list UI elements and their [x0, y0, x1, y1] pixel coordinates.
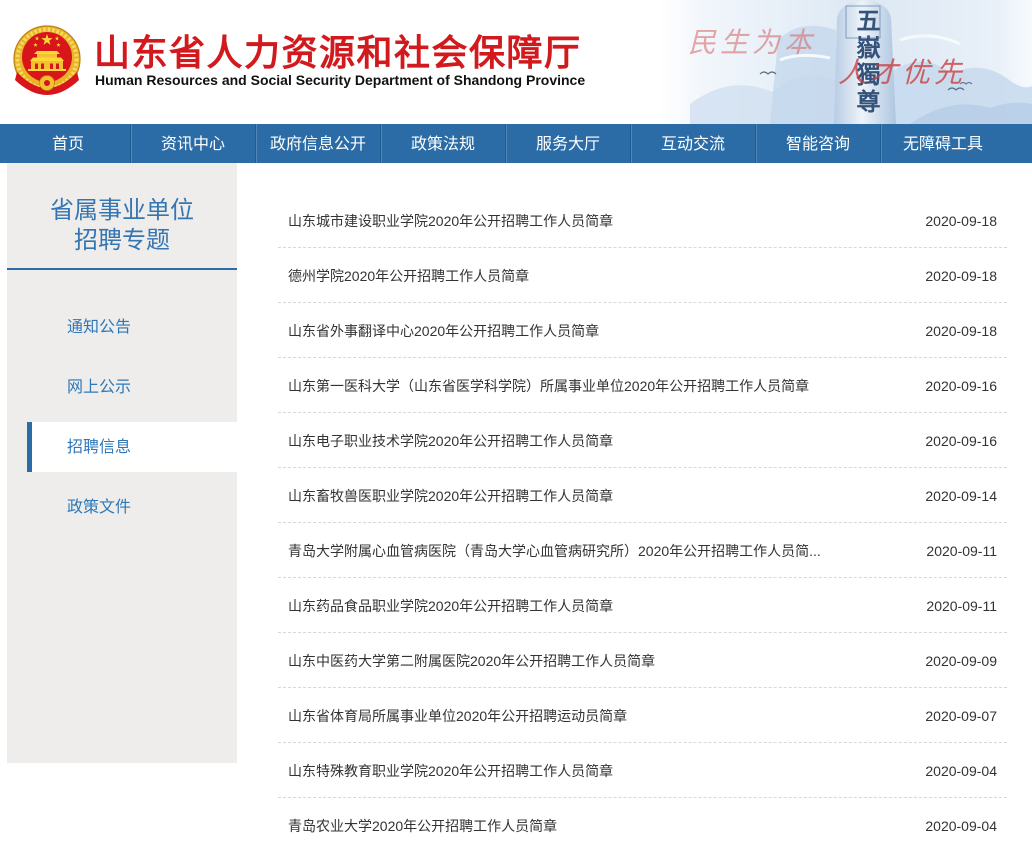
news-title-link[interactable]: 青岛农业大学2020年公开招聘工作人员简章 — [288, 817, 557, 835]
news-date: 2020-09-07 — [925, 708, 997, 724]
news-list-item[interactable]: 德州学院2020年公开招聘工作人员简章 2020-09-18 — [278, 248, 1007, 303]
sidebar-item-policy-documents[interactable]: 政策文件 — [27, 482, 237, 532]
news-list-item[interactable]: 山东城市建设职业学院2020年公开招聘工作人员简章 2020-09-18 — [278, 193, 1007, 248]
news-date: 2020-09-11 — [926, 543, 997, 559]
news-title-link[interactable]: 山东省体育局所属事业单位2020年公开招聘运动员简章 — [288, 707, 627, 725]
news-list-item[interactable]: 青岛大学附属心血管病医院（青岛大学心血管病研究所）2020年公开招聘工作人员简.… — [278, 523, 1007, 578]
nav-item-home[interactable]: 首页 — [6, 124, 131, 163]
news-list-item[interactable]: 山东省外事翻译中心2020年公开招聘工作人员简章 2020-09-18 — [278, 303, 1007, 358]
site-header: 山东省人力资源和社会保障厅 Human Resources and Social… — [0, 0, 1032, 124]
news-date: 2020-09-11 — [926, 598, 997, 614]
news-date: 2020-09-14 — [925, 488, 997, 504]
news-date: 2020-09-09 — [925, 653, 997, 669]
sidebar: 省属事业单位 招聘专题 通知公告 网上公示 招聘信息 政策文件 — [7, 163, 237, 763]
sidebar-title: 省属事业单位 招聘专题 — [7, 163, 237, 270]
news-list-item[interactable]: 山东中医药大学第二附属医院2020年公开招聘工作人员简章 2020-09-09 — [278, 633, 1007, 688]
sidebar-item-recruitment-info[interactable]: 招聘信息 — [27, 422, 237, 472]
news-list-item[interactable]: 山东省体育局所属事业单位2020年公开招聘运动员简章 2020-09-07 — [278, 688, 1007, 743]
news-title-link[interactable]: 德州学院2020年公开招聘工作人员简章 — [288, 267, 529, 285]
sidebar-title-line-1: 省属事业单位 — [50, 196, 194, 224]
news-date: 2020-09-04 — [925, 818, 997, 834]
news-list-item[interactable]: 山东药品食品职业学院2020年公开招聘工作人员简章 2020-09-11 — [278, 578, 1007, 633]
news-date: 2020-09-18 — [925, 213, 997, 229]
main-nav: 首页 资讯中心 政府信息公开 政策法规 服务大厅 互动交流 智能咨询 无障碍工具 — [0, 124, 1032, 163]
sidebar-item-notices[interactable]: 通知公告 — [27, 302, 237, 352]
nav-item-service-hall[interactable]: 服务大厅 — [506, 124, 631, 163]
news-date: 2020-09-04 — [925, 763, 997, 779]
nav-item-accessibility[interactable]: 无障碍工具 — [881, 124, 1005, 163]
banner-slogan-right: 人才优先 — [838, 56, 967, 89]
nav-item-smart-consult[interactable]: 智能咨询 — [756, 124, 881, 163]
news-title-link[interactable]: 山东中医药大学第二附属医院2020年公开招聘工作人员简章 — [288, 652, 655, 670]
site-subtitle-english: Human Resources and Social Security Depa… — [95, 72, 586, 88]
news-title-link[interactable]: 山东第一医科大学（山东省医学科学院）所属事业单位2020年公开招聘工作人员简章 — [288, 377, 809, 395]
news-list-item[interactable]: 山东畜牧兽医职业学院2020年公开招聘工作人员简章 2020-09-14 — [278, 468, 1007, 523]
nav-item-interaction[interactable]: 互动交流 — [631, 124, 756, 163]
nav-item-government-info[interactable]: 政府信息公开 — [256, 124, 381, 163]
news-title-link[interactable]: 山东特殊教育职业学院2020年公开招聘工作人员简章 — [288, 762, 613, 780]
sidebar-menu: 通知公告 网上公示 招聘信息 政策文件 — [7, 302, 237, 532]
sidebar-title-line-2: 招聘专题 — [74, 226, 170, 254]
news-list-item[interactable]: 青岛农业大学2020年公开招聘工作人员简章 2020-09-04 — [278, 798, 1007, 841]
site-title[interactable]: 山东省人力资源和社会保障厅 — [94, 32, 582, 76]
news-title-link[interactable]: 山东电子职业技术学院2020年公开招聘工作人员简章 — [288, 432, 613, 450]
banner-slogan-left: 民生为本 — [688, 26, 817, 59]
nav-item-news-center[interactable]: 资讯中心 — [131, 124, 256, 163]
news-date: 2020-09-18 — [925, 268, 997, 284]
news-list-item[interactable]: 山东电子职业技术学院2020年公开招聘工作人员简章 2020-09-16 — [278, 413, 1007, 468]
news-list: 山东城市建设职业学院2020年公开招聘工作人员简章 2020-09-18 德州学院2… — [278, 193, 1007, 841]
news-list-item[interactable]: 山东特殊教育职业学院2020年公开招聘工作人员简章 2020-09-04 — [278, 743, 1007, 798]
news-title-link[interactable]: 山东畜牧兽医职业学院2020年公开招聘工作人员简章 — [288, 487, 613, 505]
news-date: 2020-09-16 — [925, 433, 997, 449]
news-title-link[interactable]: 山东省外事翻译中心2020年公开招聘工作人员简章 — [288, 322, 599, 340]
main-nav-list: 首页 资讯中心 政府信息公开 政策法规 服务大厅 互动交流 智能咨询 无障碍工具 — [6, 124, 1005, 163]
news-date: 2020-09-16 — [925, 378, 997, 394]
news-list-item[interactable]: 山东第一医科大学（山东省医学科学院）所属事业单位2020年公开招聘工作人员简章 2… — [278, 358, 1007, 413]
news-title-link[interactable]: 山东药品食品职业学院2020年公开招聘工作人员简章 — [288, 597, 613, 615]
sidebar-item-public-announcements[interactable]: 网上公示 — [27, 362, 237, 412]
nav-item-policies[interactable]: 政策法规 — [381, 124, 506, 163]
news-date: 2020-09-18 — [925, 323, 997, 339]
news-title-link[interactable]: 青岛大学附属心血管病医院（青岛大学心血管病研究所）2020年公开招聘工作人员简.… — [288, 542, 821, 560]
header-banner-image: 五嶽獨尊 民生为本 人才优先 — [660, 0, 1032, 124]
news-title-link[interactable]: 山东城市建设职业学院2020年公开招聘工作人员简章 — [288, 212, 613, 230]
national-emblem-icon[interactable] — [11, 24, 83, 98]
page: 山东省人力资源和社会保障厅 Human Resources and Social… — [0, 0, 1032, 841]
